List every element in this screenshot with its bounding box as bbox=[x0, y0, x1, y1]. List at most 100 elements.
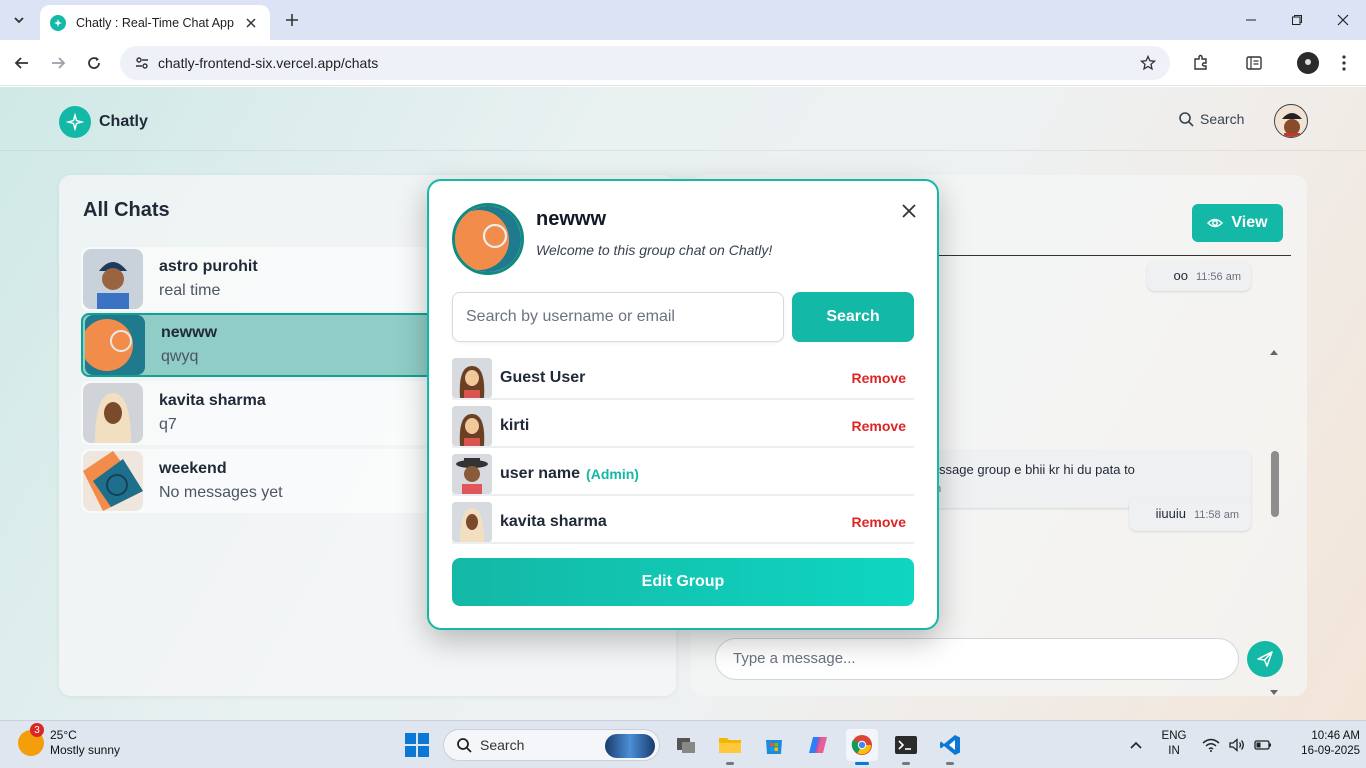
weather-badge: 3 bbox=[30, 723, 44, 737]
tab-close-icon[interactable] bbox=[242, 14, 260, 32]
site-settings-icon[interactable] bbox=[134, 55, 150, 71]
new-tab-button[interactable] bbox=[280, 9, 304, 31]
chats-title: All Chats bbox=[83, 199, 170, 221]
chat-name: weekend bbox=[159, 460, 227, 477]
system-tray-icons[interactable] bbox=[1198, 729, 1276, 761]
sparkle-icon bbox=[59, 106, 91, 138]
taskbar-search-label: Search bbox=[480, 737, 525, 753]
extensions-button[interactable] bbox=[1187, 49, 1215, 77]
reading-list-button[interactable] bbox=[1240, 49, 1268, 77]
tab-title: Chatly : Real-Time Chat App bbox=[76, 15, 234, 30]
taskbar-search[interactable]: Search bbox=[443, 729, 660, 761]
browser-tab-active[interactable]: Chatly : Real-Time Chat App bbox=[40, 5, 270, 40]
remove-member-button[interactable]: Remove bbox=[852, 370, 906, 386]
woman-avatar bbox=[452, 406, 492, 446]
send-button[interactable] bbox=[1247, 641, 1283, 677]
message-time: 11:56 am bbox=[1195, 271, 1241, 283]
brand-name: Chatly bbox=[99, 113, 148, 130]
member-name: Guest User bbox=[500, 369, 586, 386]
reload-button[interactable] bbox=[80, 49, 108, 77]
group-info-modal: newww Welcome to this group chat on Chat… bbox=[427, 179, 939, 630]
group-avatar bbox=[85, 315, 145, 375]
message-text: message group e bhii kr hi du pata to bbox=[921, 462, 1135, 477]
browser-menu-button[interactable] bbox=[1330, 49, 1358, 77]
wifi-icon bbox=[1202, 738, 1220, 752]
start-button[interactable] bbox=[405, 733, 429, 757]
battery-icon bbox=[1253, 740, 1271, 750]
group-description: Welcome to this group chat on Chatly! bbox=[536, 242, 773, 258]
chat-name: newww bbox=[161, 324, 218, 341]
close-icon bbox=[1337, 14, 1349, 26]
turbaned-man-avatar bbox=[83, 249, 143, 309]
message-bubble: oo 11:56 am bbox=[1147, 261, 1251, 291]
minimize-button[interactable] bbox=[1228, 6, 1274, 34]
member-name: kirti bbox=[500, 417, 530, 434]
chat-last-message: qwyq bbox=[161, 348, 199, 365]
brand-logo[interactable]: Chatly bbox=[59, 106, 148, 138]
volume-icon bbox=[1229, 738, 1244, 752]
vscode-icon[interactable] bbox=[934, 729, 966, 765]
back-button[interactable] bbox=[8, 49, 36, 77]
member-search-button[interactable]: Search bbox=[792, 292, 914, 342]
chat-last-message: No messages yet bbox=[159, 484, 283, 501]
task-view-icon[interactable] bbox=[670, 729, 702, 761]
bookmark-star-icon[interactable] bbox=[1136, 51, 1160, 75]
messages-scrollbar[interactable] bbox=[1267, 263, 1281, 695]
group-name: newww bbox=[536, 208, 607, 230]
url-text: chatly-frontend-six.vercel.app/chats bbox=[158, 55, 379, 71]
message-input[interactable]: Type a message... bbox=[715, 638, 1239, 680]
member-row: Guest User Remove bbox=[452, 358, 914, 400]
restore-button[interactable] bbox=[1274, 6, 1320, 34]
file-explorer-icon[interactable] bbox=[714, 729, 746, 765]
arrow-right-icon bbox=[52, 57, 66, 69]
terminal-icon[interactable] bbox=[890, 729, 922, 765]
address-bar[interactable]: chatly-frontend-six.vercel.app/chats bbox=[120, 46, 1170, 80]
chevron-up-icon[interactable] bbox=[1120, 729, 1152, 761]
close-window-button[interactable] bbox=[1320, 6, 1366, 34]
sun-cloud-icon: 3 bbox=[18, 723, 44, 756]
member-row: kirti Remove bbox=[452, 406, 914, 448]
browser-toolbar: chatly-frontend-six.vercel.app/chats bbox=[0, 40, 1366, 86]
scroll-up-icon[interactable] bbox=[1267, 347, 1281, 357]
member-search-input[interactable]: Search by username or email bbox=[452, 292, 784, 342]
profile-button[interactable] bbox=[1294, 49, 1322, 77]
view-group-button[interactable]: View bbox=[1192, 204, 1283, 242]
forward-button[interactable] bbox=[44, 49, 72, 77]
message-time: 11:58 am bbox=[1193, 509, 1239, 521]
scroll-down-icon[interactable] bbox=[1267, 688, 1281, 698]
remove-member-button[interactable]: Remove bbox=[852, 418, 906, 434]
member-row: kavita sharma Remove bbox=[452, 502, 914, 544]
message-text: iiuuiu bbox=[1155, 506, 1186, 521]
remove-member-button[interactable]: Remove bbox=[852, 514, 906, 530]
tab-search-button[interactable] bbox=[6, 8, 32, 32]
weather-condition: Mostly sunny bbox=[50, 743, 121, 757]
copilot-icon[interactable] bbox=[802, 729, 834, 761]
chrome-icon[interactable] bbox=[846, 729, 878, 765]
scrollbar-thumb[interactable] bbox=[1271, 451, 1279, 517]
plus-icon bbox=[286, 14, 298, 26]
edit-group-button[interactable]: Edit Group bbox=[452, 558, 914, 606]
weather-temperature: 25°C bbox=[50, 728, 77, 742]
clock-date: 16-09-2025 bbox=[1301, 745, 1360, 757]
user-avatar[interactable] bbox=[1274, 104, 1308, 138]
minimize-icon bbox=[1246, 19, 1256, 21]
language-indicator[interactable]: ENG IN bbox=[1158, 729, 1190, 759]
modal-close-button[interactable] bbox=[897, 199, 921, 223]
weather-widget[interactable]: 3 25°C Mostly sunny bbox=[18, 723, 121, 758]
profile-avatar-icon bbox=[1297, 52, 1319, 74]
os-taskbar: 3 25°C Mostly sunny Search ENG IN 10:46 … bbox=[0, 720, 1366, 768]
header-search-button[interactable]: Search bbox=[1178, 111, 1244, 127]
microsoft-store-icon[interactable] bbox=[758, 729, 790, 761]
restore-icon bbox=[1292, 15, 1302, 25]
chat-last-message: q7 bbox=[159, 416, 177, 433]
chatly-favicon-icon bbox=[50, 14, 66, 31]
clock[interactable]: 10:46 AM 16-09-2025 bbox=[1280, 729, 1360, 759]
sidebar-icon bbox=[1246, 56, 1262, 70]
group-avatar bbox=[83, 451, 143, 511]
search-icon bbox=[457, 738, 472, 753]
message-text: oo bbox=[1173, 268, 1188, 283]
admin-badge: (Admin) bbox=[586, 466, 639, 482]
search-icon bbox=[1179, 112, 1194, 127]
chat-name: kavita sharma bbox=[159, 392, 266, 409]
message-time: m bbox=[932, 483, 1237, 495]
